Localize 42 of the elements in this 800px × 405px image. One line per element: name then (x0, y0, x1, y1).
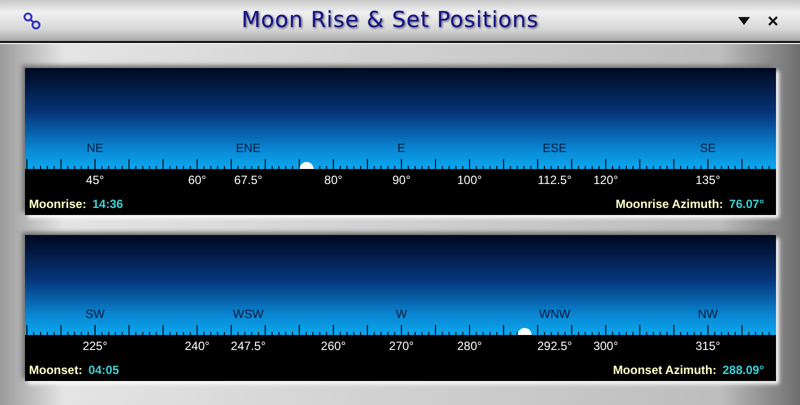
event-time: 14:36 (92, 196, 124, 210)
degree-label: 45° (86, 172, 104, 186)
degree-label: 292.5° (537, 339, 572, 353)
degree-label: 100° (457, 172, 482, 186)
degree-label: 240° (184, 339, 210, 353)
event-label: Moonrise: (29, 196, 86, 210)
degree-label: 315° (695, 339, 720, 353)
window-title: Moon Rise & Set Positions (240, 8, 540, 33)
azimuth-label: Moonset Azimuth: (612, 363, 716, 377)
event-time: 04:05 (88, 363, 120, 377)
degree-label: 90° (392, 172, 411, 186)
close-icon[interactable] (768, 16, 778, 26)
degree-label: 247.5° (230, 339, 266, 353)
degree-label: 67.5° (234, 172, 262, 186)
compass-direction: SW (85, 307, 105, 321)
compass-direction: WSW (232, 307, 264, 321)
compass-direction: W (396, 307, 408, 321)
compass-direction: ESE (542, 140, 567, 154)
compass-direction: WNW (539, 307, 570, 321)
degree-label: 60° (188, 172, 206, 186)
azimuth-label: Moonrise Azimuth: (616, 196, 724, 210)
moon-icon (518, 328, 532, 335)
link-icon[interactable] (22, 12, 42, 30)
azimuth-value: 288.09° (722, 363, 764, 377)
degree-label: 270° (389, 339, 414, 353)
compass-direction: ENE (236, 140, 261, 154)
degree-label: 260° (320, 339, 346, 353)
compass-direction: NW (698, 307, 718, 321)
degree-label: 135° (695, 172, 720, 186)
degree-label: 120° (593, 172, 618, 186)
dropdown-icon[interactable] (738, 16, 750, 24)
compass-direction: E (397, 140, 406, 154)
degree-label: 280° (457, 339, 482, 353)
degree-label: 112.5° (538, 172, 572, 186)
degree-label: 80° (324, 172, 342, 186)
degree-label: 300° (593, 339, 618, 353)
compass-direction: NE (86, 140, 104, 154)
compass-direction: SE (700, 140, 716, 154)
moon-icon (300, 162, 314, 168)
azimuth-value: 76.07° (729, 196, 764, 210)
event-label: Moonset: (29, 363, 82, 377)
degree-label: 225° (82, 339, 108, 353)
